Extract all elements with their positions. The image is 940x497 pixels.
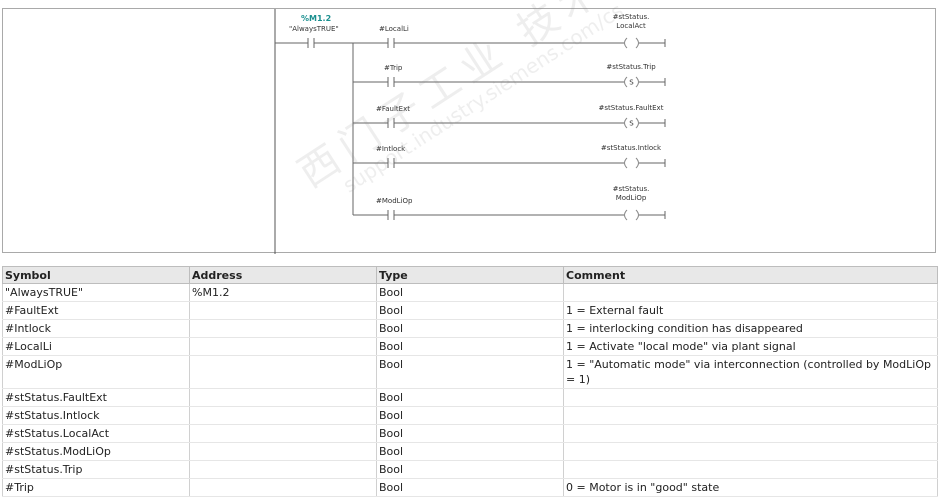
table-header-row: Symbol Address Type Comment (2, 266, 938, 284)
contact-label: #ModLiOp (376, 197, 413, 205)
coil-label-line2: ModLiOp (616, 194, 647, 202)
coil[interactable] (624, 157, 639, 169)
coil[interactable] (624, 37, 639, 49)
type-cell: Bool (376, 337, 564, 356)
symbol-cell: #LocalLi (2, 337, 190, 356)
address-cell (189, 337, 377, 356)
rung: #ModLiOp #stStatus.ModLiOp (353, 185, 666, 221)
coil-label: #stStatus. (613, 185, 650, 193)
symbol-cell: #stStatus.FaultExt (2, 388, 190, 407)
coil-label: #stStatus.Trip (606, 63, 656, 71)
type-cell: Bool (376, 478, 564, 497)
contact-symbol-shape[interactable] (387, 118, 395, 128)
contact-symbol-shape[interactable] (387, 77, 395, 87)
comment-cell (563, 424, 938, 443)
table-row[interactable]: "AlwaysTRUE" %M1.2 Bool (2, 283, 938, 302)
contact-label: #FaultExt (376, 105, 410, 113)
contact-always-true[interactable] (275, 38, 353, 48)
table-row[interactable]: #stStatus.ModLiOp Bool (2, 442, 938, 461)
set-coil[interactable]: S (624, 117, 639, 129)
table-row[interactable]: #Intlock Bool 1 = interlocking condition h… (2, 319, 938, 338)
coil-label: #stStatus. (613, 13, 650, 21)
rung: #FaultExt #stStatus.FaultExt S (353, 104, 666, 129)
contact-symbol-shape[interactable] (387, 38, 395, 48)
address-cell: %M1.2 (189, 283, 377, 302)
table-row[interactable]: #ModLiOp Bool 1 = "Automatic mode" via int… (2, 355, 938, 389)
address-cell (189, 442, 377, 461)
symbol-cell: #stStatus.ModLiOp (2, 442, 190, 461)
comment-cell: 1 = interlocking condition has disappear… (563, 319, 938, 338)
contact-symbol-shape[interactable] (387, 210, 395, 220)
type-cell: Bool (376, 319, 564, 338)
ladder-diagram: %M1.2 "AlwaysTRUE" #LocalLi #stStatus. Loc… (2, 8, 936, 254)
comment-cell (563, 406, 938, 425)
rungs-group: #LocalLi#stStatus.LocalAct#Trip #stStatus… (353, 13, 666, 221)
contact-label: #LocalLi (379, 25, 409, 33)
coil-label-line2: LocalAct (616, 22, 646, 30)
column-header-type[interactable]: Type (376, 266, 564, 284)
coil-label: #stStatus.FaultExt (599, 104, 664, 112)
table-row[interactable]: #FaultExt Bool 1 = External fault (2, 301, 938, 320)
symbol-cell: #Intlock (2, 319, 190, 338)
comment-cell (563, 460, 938, 479)
address-cell (189, 478, 377, 497)
symbol-cell: #ModLiOp (2, 355, 190, 389)
symbol-cell: "AlwaysTRUE" (2, 283, 190, 302)
table-row[interactable]: #stStatus.LocalAct Bool (2, 424, 938, 443)
symbol-cell: #stStatus.Intlock (2, 406, 190, 425)
address-cell (189, 355, 377, 389)
rung: #LocalLi #stStatus.LocalAct (353, 13, 666, 49)
type-cell: Bool (376, 406, 564, 425)
ladder-canvas: %M1.2 "AlwaysTRUE" #LocalLi#stStatus.Loc… (274, 9, 666, 254)
contact-symbol-shape[interactable] (387, 158, 395, 168)
type-cell: Bool (376, 388, 564, 407)
address-cell (189, 319, 377, 338)
type-cell: Bool (376, 442, 564, 461)
contact-label: #Intlock (376, 145, 406, 153)
rung: #Intlock #stStatus.Intlock (353, 144, 666, 169)
type-cell: Bool (376, 301, 564, 320)
address-cell (189, 388, 377, 407)
table-row[interactable]: #stStatus.Trip Bool (2, 460, 938, 479)
comment-cell (563, 283, 938, 302)
column-header-symbol[interactable]: Symbol (2, 266, 190, 284)
table-row[interactable]: #Trip Bool 0 = Motor is in "good" state (2, 478, 938, 497)
table-row[interactable]: #stStatus.Intlock Bool (2, 406, 938, 425)
symbol-cell: #stStatus.LocalAct (2, 424, 190, 443)
type-cell: Bool (376, 283, 564, 302)
type-cell: Bool (376, 355, 564, 389)
symbol-cell: #Trip (2, 478, 190, 497)
comment-cell (563, 442, 938, 461)
address-cell (189, 406, 377, 425)
contact-label: #Trip (384, 64, 403, 72)
comment-cell: 1 = "Automatic mode" via interconnection… (563, 355, 938, 389)
set-coil[interactable]: S (624, 76, 639, 88)
column-header-address[interactable]: Address (189, 266, 377, 284)
symbol-table: Symbol Address Type Comment "AlwaysTRUE"… (2, 266, 938, 497)
address-cell (189, 301, 377, 320)
coil-label: #stStatus.Intlock (601, 144, 662, 152)
rung: #Trip #stStatus.Trip S (353, 63, 666, 88)
column-header-comment[interactable]: Comment (563, 266, 938, 284)
coil-type: S (629, 79, 634, 87)
type-cell: Bool (376, 460, 564, 479)
symbol-cell: #stStatus.Trip (2, 460, 190, 479)
table-row[interactable]: #LocalLi Bool 1 = Activate "local mode" vi… (2, 337, 938, 356)
table-row[interactable]: #stStatus.FaultExt Bool (2, 388, 938, 407)
comment-cell: 0 = Motor is in "good" state (563, 478, 938, 497)
comment-cell: 1 = External fault (563, 301, 938, 320)
coil[interactable] (624, 209, 639, 221)
type-cell: Bool (376, 424, 564, 443)
comment-cell: 1 = Activate "local mode" via plant sign… (563, 337, 938, 356)
address-cell (189, 424, 377, 443)
symbol-cell: #FaultExt (2, 301, 190, 320)
address-cell (189, 460, 377, 479)
coil-type: S (629, 120, 634, 128)
contact-address: %M1.2 (301, 14, 331, 23)
comment-cell (563, 388, 938, 407)
contact-symbol: "AlwaysTRUE" (289, 25, 339, 33)
